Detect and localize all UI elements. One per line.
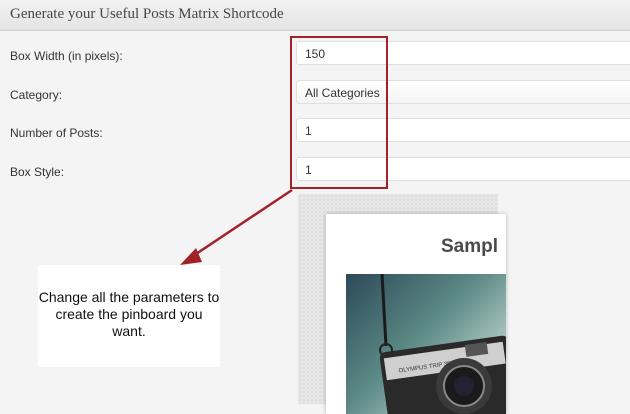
- category-select[interactable]: All Categories: [296, 80, 630, 104]
- box-width-input[interactable]: 150: [296, 41, 630, 65]
- preview-card: Sampl OLYMPUS TRIP 35: [326, 214, 506, 414]
- arrow-head-icon: [180, 248, 202, 265]
- shortcode-form: Box Width (in pixels): 150 Category: All…: [0, 30, 630, 200]
- preview-camera-image: OLYMPUS TRIP 35: [346, 274, 506, 414]
- panel-title: Generate your Useful Posts Matrix Shortc…: [10, 6, 284, 22]
- box-style-input[interactable]: 1: [296, 157, 630, 181]
- camera-illustration: OLYMPUS TRIP 35: [379, 274, 506, 414]
- instruction-callout: Change all the parameters to create the …: [38, 265, 220, 367]
- box-width-label: Box Width (in pixels):: [10, 49, 123, 63]
- panel-header: Generate your Useful Posts Matrix Shortc…: [0, 0, 630, 31]
- number-of-posts-input[interactable]: 1: [296, 118, 630, 142]
- box-style-label: Box Style:: [10, 165, 65, 179]
- category-label: Category:: [10, 88, 63, 102]
- number-of-posts-label: Number of Posts:: [10, 126, 103, 140]
- callout-text: Change all the parameters to create the …: [38, 289, 220, 339]
- preview-title: Sampl: [441, 236, 499, 257]
- preview-area: Sampl OLYMPUS TRIP 35: [298, 194, 506, 414]
